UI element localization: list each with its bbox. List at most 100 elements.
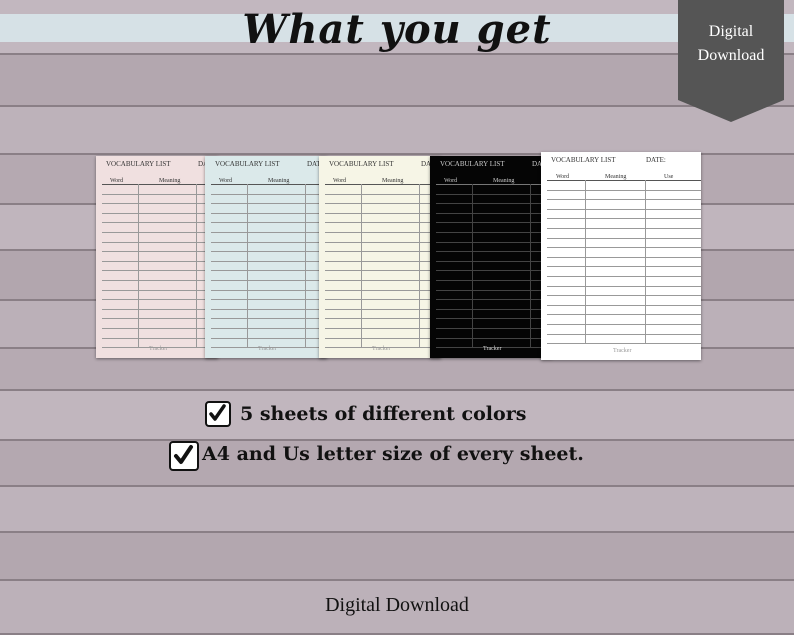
sheet-header: VOCABULARY LIST <box>329 160 394 168</box>
sheet-row-line <box>436 289 552 291</box>
sheet-footer: Tracker <box>149 346 168 352</box>
sheet-row-line <box>325 337 441 339</box>
sheet-row-line <box>436 203 552 205</box>
sheet-header: VOCABULARY LIST <box>215 160 280 168</box>
sheet-column-line <box>419 184 420 348</box>
badge-line1: Digital <box>708 23 754 40</box>
sheet-row-line <box>325 193 441 195</box>
checkbox-icon <box>205 401 231 427</box>
sheet-row-line <box>325 270 441 272</box>
vocabulary-sheet-4: VOCABULARY LIST DA Word Meaning Tracker <box>430 156 552 358</box>
sheet-row-line <box>211 260 327 262</box>
sheet-footer: Tracker <box>372 346 391 352</box>
sheet-row-line <box>325 318 441 320</box>
sheet-row-line <box>211 308 327 310</box>
sheet-row-line <box>436 270 552 272</box>
sheet-row-line <box>102 251 218 253</box>
sheet-row-line <box>547 218 701 220</box>
sheet-row-line <box>102 318 218 320</box>
sheet-footer: Tracker <box>258 346 277 352</box>
badge-line2: Download <box>697 47 765 64</box>
sheet-row-line <box>325 184 441 185</box>
feature-sizes: A4 and Us letter size of every sheet. <box>202 443 584 465</box>
sheet-row-line <box>325 203 441 205</box>
sheet-row-line <box>436 318 552 320</box>
sheet-row-line <box>211 212 327 214</box>
sheet-row-line <box>547 343 701 345</box>
sheet-row-line <box>102 260 218 262</box>
sheet-row-line <box>211 241 327 243</box>
sheet-row-line <box>547 324 701 325</box>
sheet-row-line <box>102 212 218 214</box>
sheet-header: VOCABULARY LIST <box>440 160 505 168</box>
sheet-row-line <box>325 299 441 301</box>
sheet-row-line <box>102 299 218 301</box>
sheet-row-line <box>436 212 552 214</box>
sheet-row-line <box>211 299 327 301</box>
sheet-row-line <box>211 251 327 253</box>
sheet-row-line <box>547 333 701 335</box>
sheet-row-line <box>547 180 701 181</box>
sheet-column-line <box>305 184 306 348</box>
sheet-column-line <box>530 184 531 348</box>
sheet-row-line <box>102 289 218 291</box>
sheet-row-line <box>547 266 701 268</box>
sheet-row-line <box>547 256 701 258</box>
sheet-row-line <box>436 184 552 185</box>
sheet-row-line <box>211 232 327 233</box>
vocabulary-sheet-5: VOCABULARY LIST DATE: Word Meaning Use Tracke… <box>541 152 701 360</box>
checkbox-icon <box>169 441 199 471</box>
sheet-row-line <box>436 328 552 329</box>
sheet-row-line <box>436 260 552 262</box>
sheet-row-line <box>102 280 218 281</box>
sheet-row-line <box>436 251 552 253</box>
sheet-row-line <box>102 241 218 243</box>
sheet-row-line <box>547 199 701 201</box>
sheet-row-line <box>547 228 701 229</box>
sheet-row-line <box>211 289 327 291</box>
sheet-row-line <box>211 280 327 281</box>
sheet-header: VOCABULARY LIST <box>106 160 171 168</box>
sheet-row-line <box>102 308 218 310</box>
digital-download-badge: Digital Download <box>678 0 784 122</box>
vocabulary-sheet-3: VOCABULARY LIST DA Word Meaning Tracker <box>319 156 441 358</box>
sheet-row-line <box>325 328 441 329</box>
sheet-row-line <box>547 295 701 297</box>
sheet-row-line <box>436 232 552 233</box>
sheet-row-line <box>325 212 441 214</box>
sheet-column-line <box>472 184 473 348</box>
sheet-row-line <box>102 232 218 233</box>
sheet-row-line <box>436 337 552 339</box>
sheet-row-line <box>547 314 701 316</box>
sheet-row-line <box>547 189 701 191</box>
sheet-row-line <box>547 304 701 306</box>
sheet-row-line <box>325 222 441 224</box>
sheet-row-line <box>211 337 327 339</box>
sheet-footer: Tracker <box>483 346 502 352</box>
sheet-row-line <box>325 232 441 233</box>
footer-label: Digital Download <box>325 594 469 616</box>
sheet-column-line <box>645 180 646 344</box>
badge-label: Digital Download <box>678 20 784 68</box>
sheet-row-line <box>102 184 218 185</box>
sheet-row-line <box>325 251 441 253</box>
feature-colors: 5 sheets of different colors <box>240 403 527 425</box>
page-title: What you get <box>242 6 552 53</box>
sheet-row-line <box>102 222 218 224</box>
sheet-row-line <box>547 276 701 277</box>
sheet-row-line <box>325 260 441 262</box>
sheet-footer: Tracker <box>613 348 632 354</box>
sheet-row-line <box>211 318 327 320</box>
sheet-row-line <box>325 308 441 310</box>
sheet-row-line <box>102 193 218 195</box>
sheet-row-line <box>102 337 218 339</box>
sheet-row-line <box>102 203 218 205</box>
sheet-row-line <box>211 222 327 224</box>
sheet-date-label: DATE: <box>646 156 666 164</box>
sheet-column-line <box>585 180 586 344</box>
sheet-row-line <box>211 328 327 329</box>
sheet-row-line <box>436 308 552 310</box>
sheet-row-line <box>547 247 701 249</box>
sheet-row-line <box>436 241 552 243</box>
sheet-row-line <box>547 208 701 210</box>
